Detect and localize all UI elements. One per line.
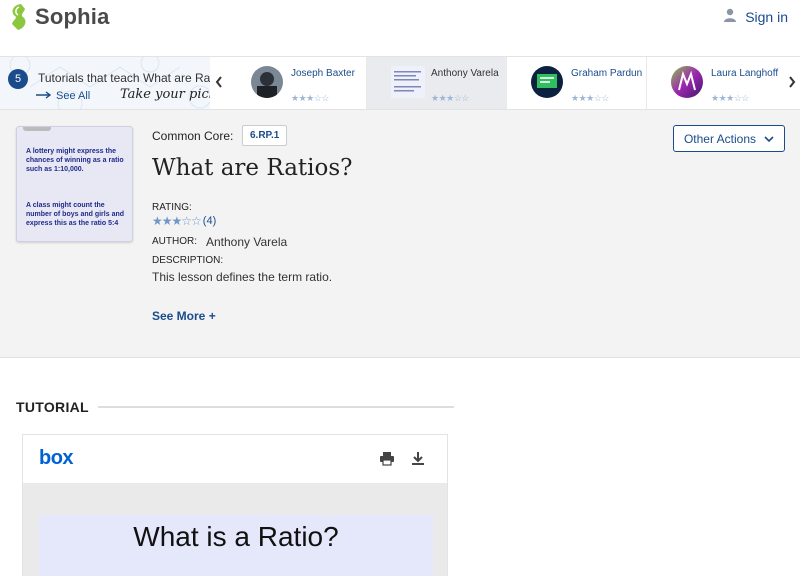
- lesson-rating[interactable]: ★★★☆☆ (4): [152, 214, 216, 228]
- tutorial-heading: TUTORIAL: [16, 399, 89, 415]
- carousel-next-button[interactable]: [783, 57, 800, 109]
- card-rating-stars: ★★★☆☆: [711, 93, 749, 103]
- logo-text: Sophia: [35, 4, 110, 29]
- thumbnail-text: A class might count the number of boys a…: [26, 202, 125, 227]
- document-page-area: What is a Ratio?: [23, 483, 447, 576]
- other-actions-button[interactable]: Other Actions: [673, 125, 785, 152]
- tutorials-strip: 5 Tutorials that teach What are Ra See A…: [0, 56, 800, 110]
- sophia-logo-icon: [8, 3, 30, 31]
- lesson-title: What are Ratios?: [152, 155, 353, 181]
- heading-divider: [98, 406, 454, 408]
- card-author-name: Graham Pardun: [571, 68, 643, 79]
- lesson-thumbnail[interactable]: A lottery might express the chances of w…: [16, 126, 133, 242]
- author-avatar: [531, 66, 563, 98]
- tutorial-card[interactable]: Laura Langhoff ★★★☆☆: [647, 57, 787, 109]
- download-icon[interactable]: [411, 451, 425, 471]
- sign-in-link[interactable]: Sign in: [723, 8, 788, 25]
- author-label: AUTHOR:: [152, 236, 197, 247]
- sophia-logo[interactable]: Sophia: [8, 2, 110, 32]
- tutorial-card[interactable]: Joseph Baxter ★★★☆☆: [227, 57, 367, 109]
- tutorial-card[interactable]: Graham Pardun ★★★☆☆: [507, 57, 647, 109]
- tutorial-card-active[interactable]: Anthony Varela ★★★☆☆: [367, 57, 507, 109]
- lesson-info-panel: A lottery might express the chances of w…: [0, 110, 800, 358]
- chevron-down-icon: [764, 132, 774, 146]
- common-core-label: Common Core:: [152, 129, 234, 143]
- chevron-right-icon: [788, 75, 796, 91]
- document-viewer: box What is a Ratio?: [22, 434, 448, 576]
- description-text: This lesson defines the term ratio.: [152, 270, 333, 284]
- rating-count: (4): [202, 215, 217, 227]
- print-icon[interactable]: [379, 451, 395, 471]
- chevron-left-icon: [215, 75, 223, 91]
- arrow-right-icon: [36, 90, 52, 102]
- rating-stars-icon: ★★★☆☆: [152, 214, 202, 228]
- slide-preview: What is a Ratio?: [39, 515, 433, 576]
- author-avatar: [671, 66, 703, 98]
- author-avatar: [251, 66, 283, 98]
- card-author-name: Anthony Varela: [431, 68, 499, 79]
- standard-code-badge[interactable]: 6.RP.1: [242, 125, 288, 146]
- author-name: Anthony Varela: [206, 235, 288, 249]
- carousel-prev-button[interactable]: [210, 57, 227, 109]
- site-header: Sophia Sign in: [0, 0, 800, 56]
- other-actions-label: Other Actions: [683, 131, 757, 146]
- take-your-pick-label: Take your pick:: [120, 87, 210, 102]
- tutorial-count-badge: 5: [8, 69, 28, 89]
- card-rating-stars: ★★★☆☆: [571, 93, 609, 103]
- card-rating-stars: ★★★☆☆: [291, 93, 329, 103]
- tutorials-title: Tutorials that teach What are Ra: [38, 71, 210, 85]
- see-all-label: See All: [56, 90, 91, 102]
- box-logo: box: [39, 447, 74, 469]
- author-avatar: [391, 66, 425, 98]
- card-rating-stars: ★★★☆☆: [431, 93, 469, 103]
- card-author-name: Laura Langhoff: [711, 68, 779, 79]
- slide-title: What is a Ratio?: [133, 521, 339, 552]
- user-icon: [723, 8, 737, 25]
- thumbnail-tab: [23, 127, 51, 131]
- thumbnail-text: A lottery might express the chances of w…: [26, 148, 124, 173]
- sign-in-label: Sign in: [745, 8, 788, 25]
- rating-label: RATING:: [152, 202, 192, 213]
- see-all-link[interactable]: See All: [36, 90, 90, 102]
- tutorials-pick-panel: 5 Tutorials that teach What are Ra See A…: [0, 57, 210, 109]
- viewer-toolbar: [379, 451, 425, 471]
- card-author-name: Joseph Baxter: [291, 68, 355, 79]
- description-label: DESCRIPTION:: [152, 255, 224, 266]
- see-more-link[interactable]: See More +: [152, 309, 216, 323]
